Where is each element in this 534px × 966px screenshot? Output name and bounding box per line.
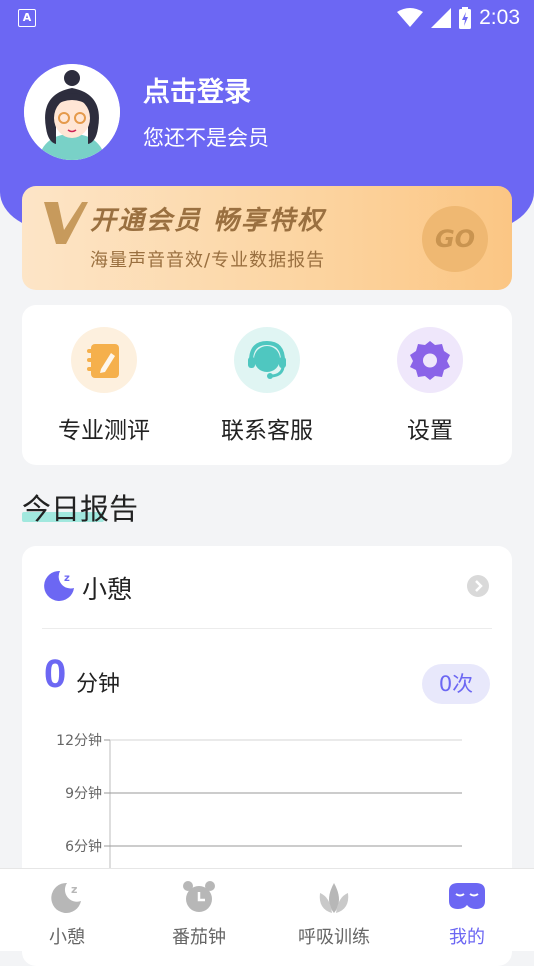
session-count-badge: 0次 xyxy=(422,664,490,704)
y-tick-label: 6分钟 xyxy=(65,838,102,855)
clock-time: 2:03 xyxy=(479,6,520,29)
customer-service-button[interactable]: 联系客服 xyxy=(197,327,337,445)
leaf-icon xyxy=(319,883,349,913)
avatar[interactable] xyxy=(24,64,120,160)
y-tick-label: 12分钟 xyxy=(56,732,102,749)
status-bar: A 2:03 xyxy=(0,0,534,38)
quick-action-label: 设置 xyxy=(407,418,453,444)
moon-icon: z xyxy=(51,882,81,913)
y-tick-label: 9分钟 xyxy=(65,785,102,802)
gear-icon xyxy=(397,327,463,393)
quick-actions-card: 专业测评 联系客服 设置 xyxy=(22,305,512,465)
svg-text:z: z xyxy=(71,883,77,896)
login-title[interactable]: 点击登录 xyxy=(143,70,251,109)
section-title: 今日报告 xyxy=(22,492,139,526)
sleep-mask-icon xyxy=(449,883,485,909)
alarm-clock-icon xyxy=(183,881,215,912)
quick-action-label: 专业测评 xyxy=(58,418,150,444)
tab-nap[interactable]: z 小憩 xyxy=(12,879,122,949)
nap-chart: 12分钟 9分钟 6分钟 xyxy=(56,732,462,876)
quick-action-label: 联系客服 xyxy=(221,418,313,444)
wifi-icon xyxy=(397,8,424,27)
signal-icon xyxy=(431,8,452,28)
settings-button[interactable]: 设置 xyxy=(360,327,500,445)
headset-icon xyxy=(234,327,300,393)
bottom-tab-bar: z 小憩 番茄钟 呼吸训练 我的 xyxy=(0,868,534,951)
tab-label: 小憩 xyxy=(49,927,85,948)
card-title: 小憩 xyxy=(82,575,133,604)
vip-banner[interactable]: V 开通会员 畅享特权 海量声音音效/专业数据报告 GO xyxy=(22,186,512,290)
moon-icon: z xyxy=(44,570,74,601)
vip-v-logo: V xyxy=(44,202,88,244)
notebook-icon xyxy=(71,327,137,393)
total-minutes: 0 xyxy=(44,652,67,696)
tab-mine[interactable]: 我的 xyxy=(412,879,522,949)
divider xyxy=(42,628,492,629)
battery-icon xyxy=(459,7,472,29)
tab-label: 我的 xyxy=(449,927,485,948)
tab-pomodoro[interactable]: 番茄钟 xyxy=(144,879,254,949)
avatar-illustration xyxy=(24,64,120,160)
svg-text:z: z xyxy=(64,573,70,584)
chevron-right-icon[interactable] xyxy=(466,574,490,598)
membership-status: 您还不是会员 xyxy=(143,126,269,150)
go-button[interactable]: GO xyxy=(422,206,488,272)
vip-subtitle: 海量声音音效/专业数据报告 xyxy=(90,250,326,271)
vip-title: 开通会员 畅享特权 xyxy=(90,206,326,236)
tab-breathing[interactable]: 呼吸训练 xyxy=(279,879,389,949)
tab-label: 呼吸训练 xyxy=(298,927,370,948)
professional-assessment-button[interactable]: 专业测评 xyxy=(34,327,174,445)
tab-label: 番茄钟 xyxy=(172,927,226,948)
minutes-unit: 分钟 xyxy=(76,672,121,697)
notification-icon: A xyxy=(18,9,36,27)
